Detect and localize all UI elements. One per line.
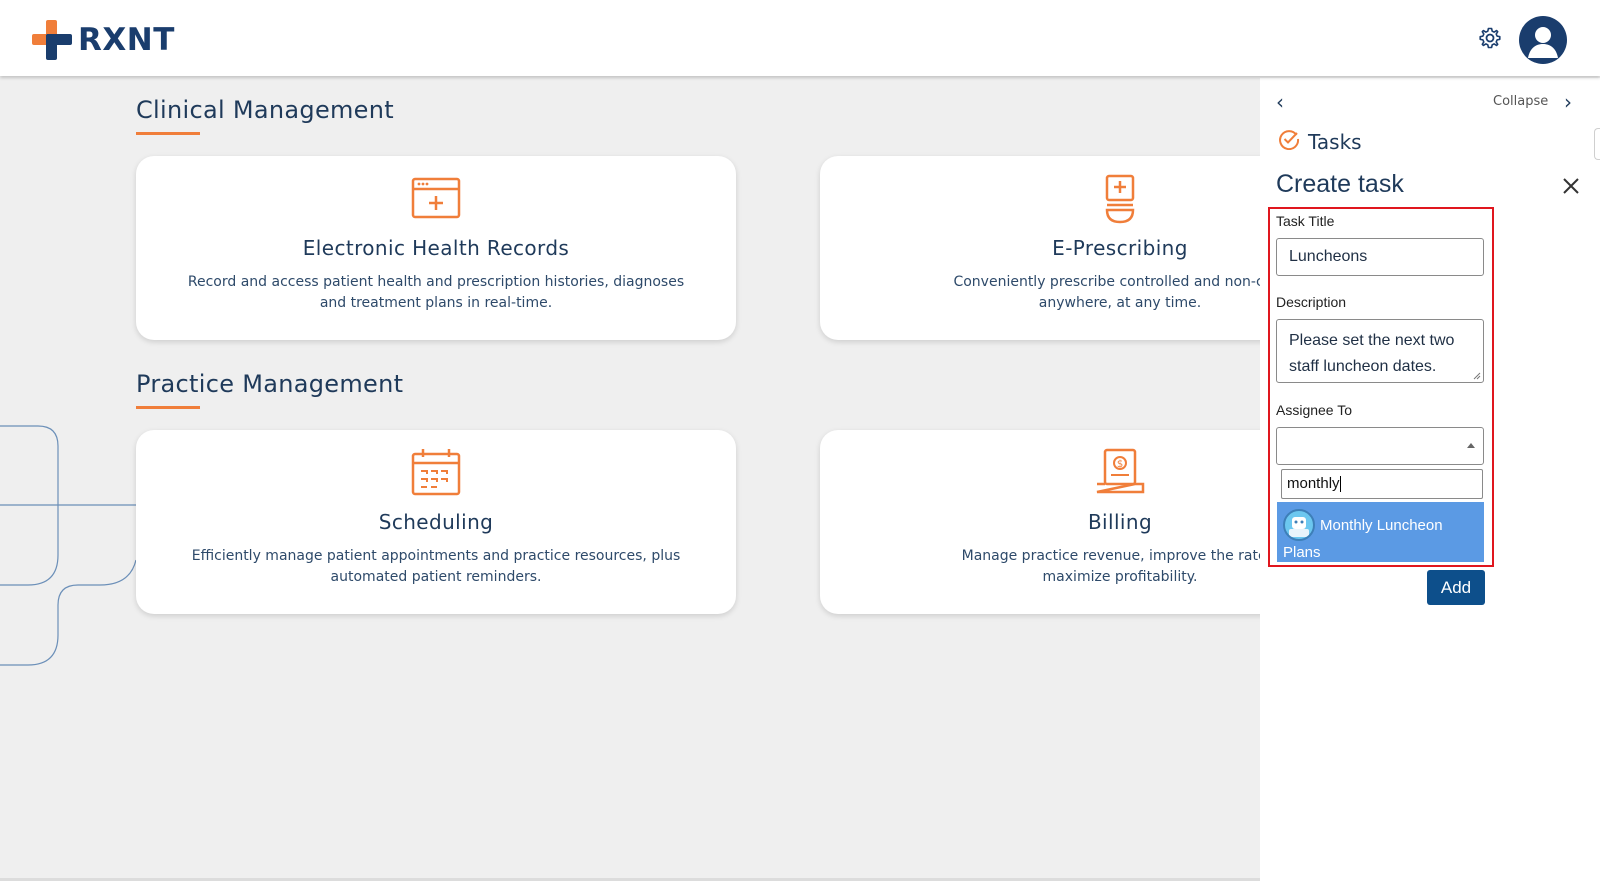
collapse-label[interactable]: Collapse: [1493, 94, 1548, 109]
user-avatar-icon[interactable]: [1519, 16, 1567, 64]
card-electronic-health-records[interactable]: Electronic Health Records Record and acc…: [136, 156, 736, 340]
check-circle-icon: [1278, 128, 1300, 155]
panel-edge-handle[interactable]: [1594, 128, 1600, 160]
task-title-input[interactable]: Luncheons: [1276, 238, 1484, 276]
gear-icon[interactable]: [1478, 26, 1502, 50]
description-text: Please set the next two staff luncheon d…: [1289, 332, 1455, 375]
prescription-bottle-icon: [1093, 174, 1147, 224]
caret-up-icon: [1467, 443, 1475, 448]
tasks-header: Tasks: [1278, 128, 1362, 155]
option-label-line2: Plans: [1283, 544, 1321, 561]
search-text: monthly: [1287, 475, 1340, 492]
section-underline: [136, 406, 200, 409]
decorative-lines: [0, 425, 137, 666]
create-task-title: Create task: [1276, 170, 1404, 198]
close-icon[interactable]: [1562, 174, 1580, 202]
assignee-option[interactable]: Monthly Luncheon Plans: [1277, 502, 1484, 562]
logo-text: RXNT: [78, 22, 175, 58]
card-description: Record and access patient health and pre…: [187, 274, 685, 311]
card-description: Efficiently manage patient appointments …: [191, 548, 681, 585]
text-cursor: [1339, 476, 1341, 493]
card-title: Electronic Health Records: [302, 236, 570, 260]
description-textarea[interactable]: Please set the next two staff luncheon d…: [1276, 319, 1484, 383]
svg-text:$: $: [1117, 459, 1123, 470]
section-title-practice: Practice Management: [136, 370, 404, 398]
chevron-right-icon[interactable]: ›: [1564, 90, 1572, 114]
add-button[interactable]: Add: [1427, 570, 1485, 605]
logo-cross-icon: [32, 20, 72, 60]
section-underline: [136, 132, 200, 135]
assignee-select[interactable]: [1276, 427, 1484, 465]
group-avatar-icon: [1283, 509, 1315, 541]
task-title-label: Task Title: [1276, 213, 1335, 229]
card-title: Scheduling: [378, 510, 494, 534]
rxnt-logo[interactable]: RXNT: [32, 20, 175, 60]
chevron-left-icon[interactable]: ‹: [1276, 90, 1284, 114]
medical-calendar-icon: [409, 174, 463, 224]
section-title-clinical: Clinical Management: [136, 96, 394, 124]
tasks-label: Tasks: [1308, 129, 1362, 154]
assignee-label: Assignee To: [1276, 402, 1353, 418]
assignee-search-input[interactable]: monthly: [1281, 469, 1483, 499]
card-scheduling[interactable]: Scheduling Efficiently manage patient ap…: [136, 430, 736, 614]
billing-laptop-icon: $: [1093, 448, 1147, 498]
calendar-icon: [409, 448, 463, 498]
resize-handle-icon[interactable]: [1473, 372, 1481, 380]
top-bar: RXNT: [0, 0, 1600, 76]
option-label-line1: Monthly Luncheon: [1320, 517, 1443, 534]
description-label: Description: [1276, 294, 1347, 310]
